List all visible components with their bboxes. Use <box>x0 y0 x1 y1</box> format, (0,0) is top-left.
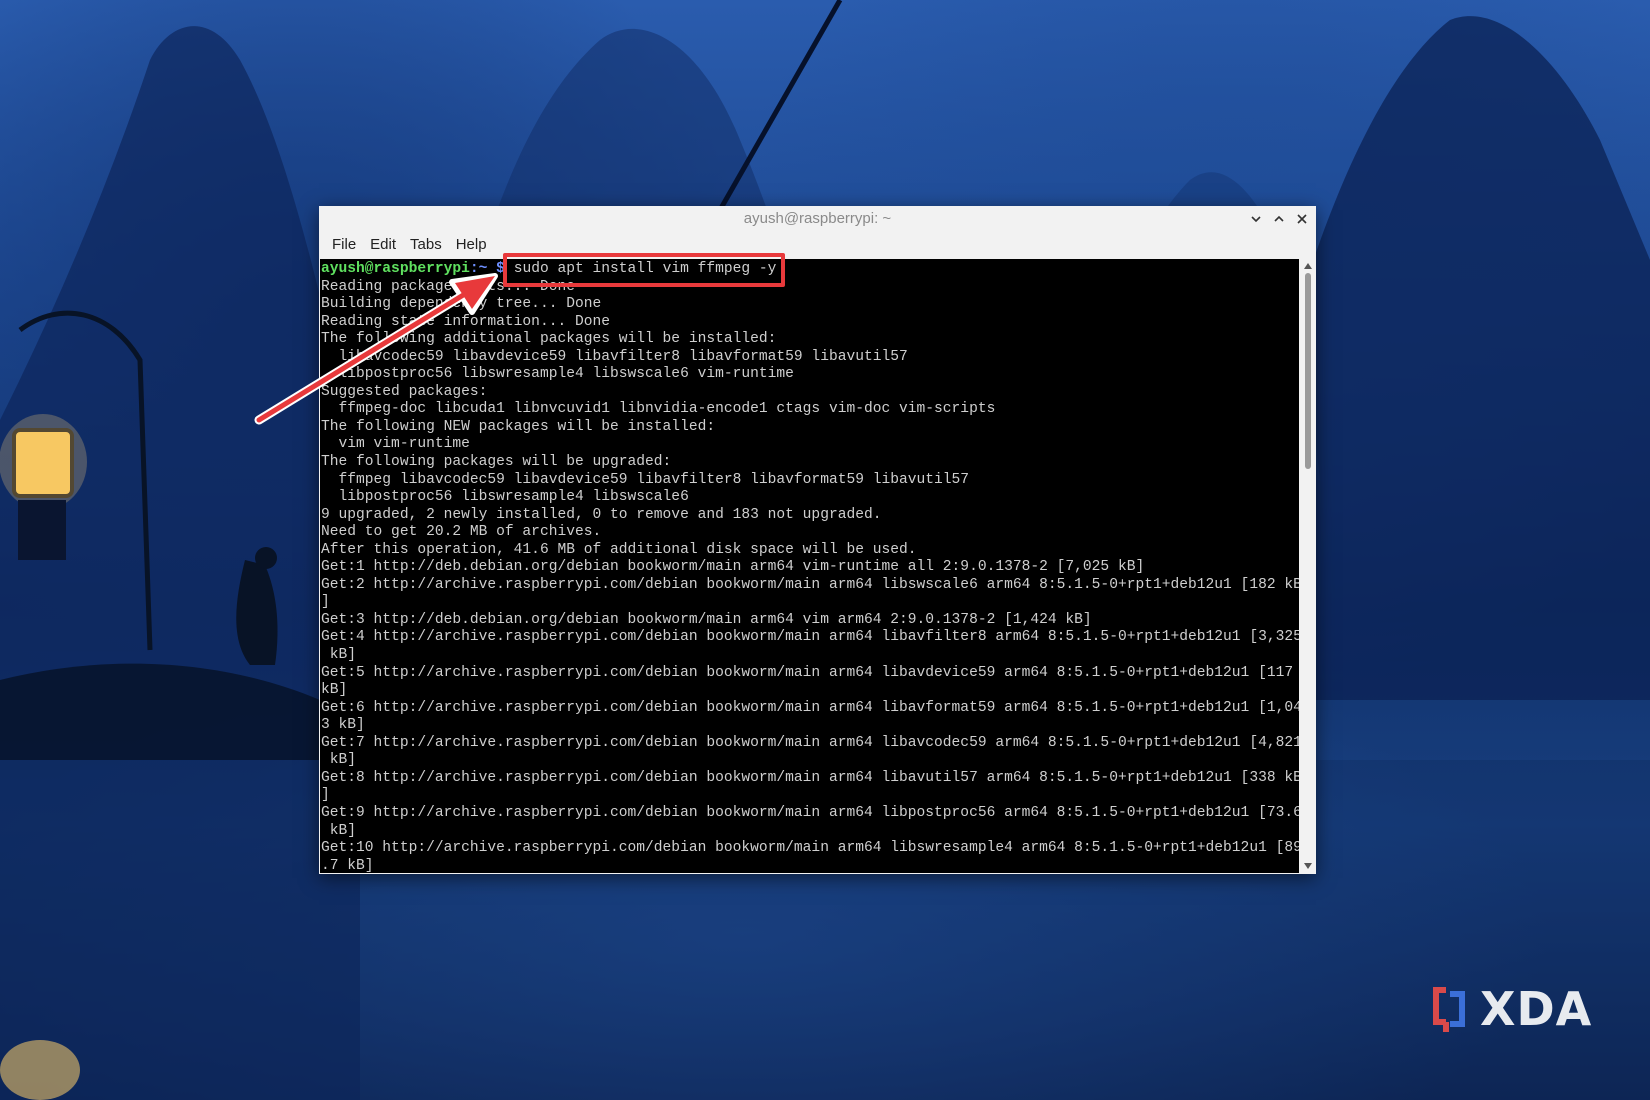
terminal-line: Building dependency tree... Done <box>321 296 602 313</box>
window-title: ayush@raspberrypi: ~ <box>743 210 892 227</box>
window-titlebar[interactable]: ayush@raspberrypi: ~ <box>319 206 1316 232</box>
terminal-output[interactable]: ayush@raspberrypi:~ $ sudo apt install v… <box>320 259 1299 873</box>
chevron-up-icon[interactable] <box>1270 211 1287 228</box>
terminal-line: kB] <box>321 647 357 664</box>
menubar: File Edit Tabs Help <box>319 232 1316 256</box>
close-icon[interactable] <box>1293 211 1310 228</box>
prompt-path: :~ $ <box>469 261 505 277</box>
terminal-line: kB] <box>321 822 357 839</box>
menu-file[interactable]: File <box>325 236 363 253</box>
scrollbar-thumb[interactable] <box>1305 273 1311 469</box>
terminal-line: libavcodec59 libavdevice59 libavfilter8 … <box>321 348 908 365</box>
terminal-line: Get:3 http://deb.debian.org/debian bookw… <box>321 611 1092 628</box>
menu-tabs[interactable]: Tabs <box>403 236 449 253</box>
terminal-line: The following packages will be upgraded: <box>321 454 672 471</box>
terminal-line: .7 kB] <box>321 857 374 873</box>
scroll-up-icon[interactable] <box>1304 263 1312 269</box>
xda-wordmark: XDA <box>1480 982 1593 1036</box>
terminal-line: Get:8 http://archive.raspberrypi.com/deb… <box>321 769 1299 786</box>
terminal-line: Get:7 http://archive.raspberrypi.com/deb… <box>321 734 1299 751</box>
terminal-window: ayush@raspberrypi: ~ File Edit Tabs Help… <box>319 206 1316 874</box>
terminal-line: Reading state information... Done <box>321 313 611 330</box>
terminal-line: Get:1 http://deb.debian.org/debian bookw… <box>321 559 1145 576</box>
terminal-line: Get:10 http://archive.raspberrypi.com/de… <box>321 840 1299 857</box>
terminal-line: Need to get 20.2 MB of archives. <box>321 524 602 541</box>
terminal-line: ] <box>321 787 330 804</box>
scrollbar[interactable] <box>1301 259 1315 873</box>
terminal-line: Get:4 http://archive.raspberrypi.com/deb… <box>321 629 1299 646</box>
terminal-line: Get:6 http://archive.raspberrypi.com/deb… <box>321 699 1299 716</box>
command-highlight-box <box>503 253 785 287</box>
menu-edit[interactable]: Edit <box>363 236 403 253</box>
terminal-line: ffmpeg-doc libcuda1 libnvcuvid1 libnvidi… <box>321 401 996 418</box>
scroll-down-icon[interactable] <box>1304 863 1312 869</box>
terminal-line: The following NEW packages will be insta… <box>321 418 716 435</box>
xda-logo: XDA <box>1432 982 1592 1036</box>
terminal-line: Get:9 http://archive.raspberrypi.com/deb… <box>321 804 1299 821</box>
terminal-line: 3 kB] <box>321 717 365 734</box>
xda-bracket-icon <box>1433 987 1465 1032</box>
terminal-line: After this operation, 41.6 MB of additio… <box>321 541 917 558</box>
terminal-line: libpostproc56 libswresample4 libswscale6… <box>321 366 794 383</box>
terminal-line: kB] <box>321 682 348 699</box>
terminal-line: libpostproc56 libswresample4 libswscale6 <box>321 489 689 506</box>
terminal-line: ffmpeg libavcodec59 libavdevice59 libavf… <box>321 471 970 488</box>
chevron-down-icon[interactable] <box>1247 211 1264 228</box>
terminal-line: kB] <box>321 752 357 769</box>
terminal-line: Get:5 http://archive.raspberrypi.com/deb… <box>321 664 1294 681</box>
terminal-line: vim vim-runtime <box>321 436 470 453</box>
terminal-line: ] <box>321 594 330 611</box>
terminal-line: Get:2 http://archive.raspberrypi.com/deb… <box>321 576 1299 593</box>
terminal-line: The following additional packages will b… <box>321 331 777 348</box>
prompt-user: ayush@raspberrypi <box>321 261 470 277</box>
menu-help[interactable]: Help <box>449 236 494 253</box>
terminal-line: 9 upgraded, 2 newly installed, 0 to remo… <box>321 506 882 523</box>
terminal-line: Suggested packages: <box>321 383 488 400</box>
